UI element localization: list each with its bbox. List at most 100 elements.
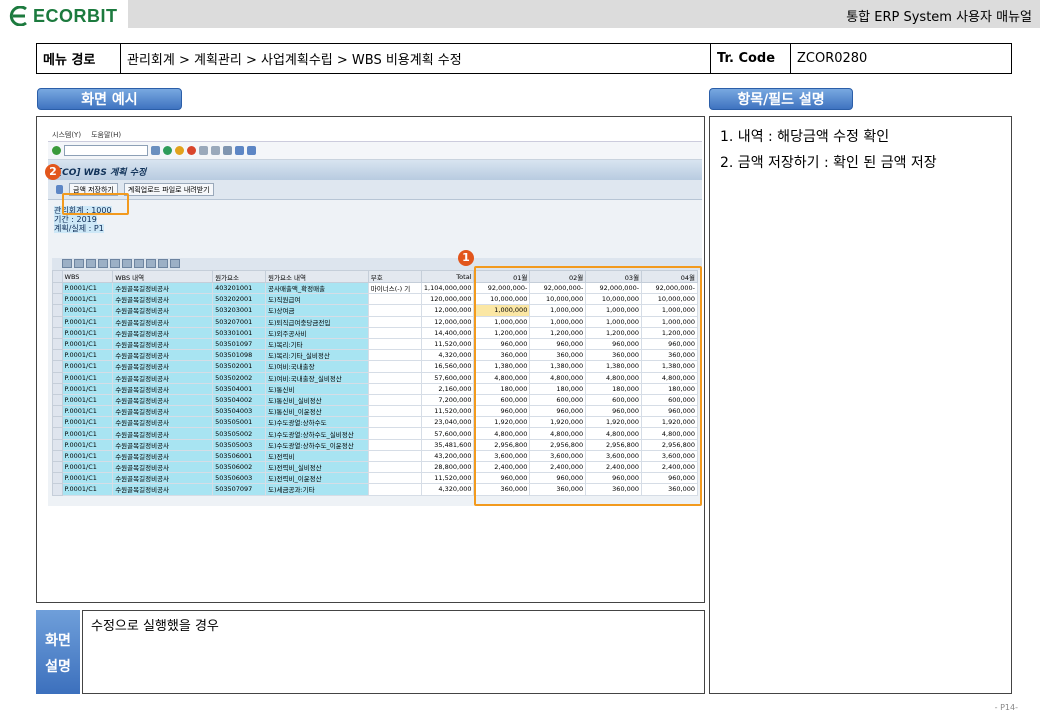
table-cell: 11,520,000 [420, 405, 475, 418]
column-header[interactable]: WBS [61, 270, 114, 283]
sort-asc-icon[interactable] [74, 259, 84, 268]
row-selector[interactable] [52, 405, 63, 418]
row-selector[interactable] [52, 349, 63, 362]
table-cell: 7,200,000 [420, 393, 475, 407]
table-cell: 57,600,000 [420, 427, 475, 440]
menu-item-help[interactable]: 도움말(H) [91, 130, 121, 139]
table-cell: 수원골목길정비공사 [112, 371, 214, 384]
row-selector[interactable] [52, 472, 63, 485]
selection-info: 관리회계 : 1000 기간 : 2019 계획/실제 : P1 [48, 200, 702, 235]
row-selector[interactable] [52, 360, 63, 373]
menu-path-value: 관리회계 > 계획관리 > 사업계획수립 > WBS 비용계획 수정 [121, 44, 711, 73]
table-cell: 503504002 [212, 393, 267, 407]
table-cell [367, 349, 422, 362]
table-cell [367, 416, 422, 429]
table-cell: P.0001/C1 [61, 438, 114, 451]
layout-icon[interactable] [170, 259, 180, 268]
table-cell: 503505001 [212, 416, 267, 429]
sap-transaction-title: [CO] WBS 계획 수정 [48, 160, 702, 180]
row-selector[interactable] [52, 326, 63, 339]
new-session-icon[interactable] [235, 146, 244, 155]
table-cell: 도)세금공과:기타 [265, 483, 369, 496]
find-icon[interactable] [98, 259, 108, 268]
row-selector[interactable] [52, 382, 63, 395]
row-selector[interactable] [52, 315, 63, 328]
tcode-value: ZCOR0280 [797, 51, 868, 66]
subtotal-icon[interactable] [134, 259, 144, 268]
export-icon[interactable] [158, 259, 168, 268]
table-cell: P.0001/C1 [61, 472, 114, 485]
row-selector[interactable] [52, 427, 63, 440]
column-header[interactable]: Total [420, 270, 475, 283]
page-header: ECORBIT 통합 ERP System 사용자 매뉴얼 [0, 0, 1040, 30]
table-cell [367, 371, 422, 384]
cancel-icon[interactable] [187, 146, 196, 155]
sort-desc-icon[interactable] [86, 259, 96, 268]
screen-desc-box: 수정으로 실행했을 경우 [82, 610, 705, 694]
print-icon[interactable] [199, 146, 208, 155]
row-selector[interactable] [52, 304, 63, 317]
help-icon[interactable] [247, 146, 256, 155]
table-cell: 도)통신비 [265, 382, 369, 395]
menu-item-system[interactable]: 시스템(Y) [52, 130, 81, 139]
table-cell: P.0001/C1 [61, 304, 114, 317]
ecorbit-logo: ECORBIT [8, 4, 118, 28]
row-selector[interactable] [52, 416, 63, 429]
table-cell: 120,000,000 [420, 293, 475, 306]
table-cell: 57,600,000 [420, 371, 475, 384]
sum-icon[interactable] [122, 259, 132, 268]
filter-icon[interactable] [110, 259, 120, 268]
column-header[interactable]: 원가요소 [212, 270, 267, 283]
table-cell: 도)여비:국내출장_실비정산 [265, 371, 369, 384]
table-cell: 도)전력비 [265, 449, 369, 463]
table-cell: 수원골목길정비공사 [112, 393, 214, 407]
table-cell: 12,000,000 [420, 304, 475, 317]
table-cell: P.0001/C1 [61, 326, 114, 339]
table-cell: 도)수도광열:상하수도_이윤정산 [265, 438, 369, 451]
menu-path-label: 메뉴 경로 [37, 44, 121, 73]
row-selector[interactable] [52, 449, 63, 463]
highlight-box-save [62, 193, 129, 215]
back-icon[interactable] [163, 146, 172, 155]
row-selector-header[interactable] [52, 270, 63, 283]
row-selector[interactable] [52, 337, 63, 351]
find-icon[interactable] [211, 146, 220, 155]
row-selector[interactable] [52, 483, 63, 496]
table-cell: 수원골목길정비공사 [112, 483, 214, 496]
row-selector[interactable] [52, 460, 63, 474]
row-selector[interactable] [52, 393, 63, 407]
sap-app-toolbar: 금액 저장하기 계획업로드 파일로 내려받기 [48, 180, 702, 200]
table-cell: 28,800,000 [420, 460, 475, 474]
table-cell: P.0001/C1 [61, 483, 114, 496]
row-selector[interactable] [52, 438, 63, 451]
table-cell: 도)수도광열:상하수도_실비정산 [265, 427, 369, 440]
table-cell: 503202001 [212, 293, 267, 306]
table-cell: 수원골목길정비공사 [112, 293, 214, 306]
table-cell: 수원골목길정비공사 [112, 472, 214, 485]
row-selector[interactable] [52, 293, 63, 306]
table-cell: 도)통신비_실비정산 [265, 393, 369, 407]
field-desc-panel [709, 116, 1012, 694]
details-icon[interactable] [62, 259, 72, 268]
enter-icon[interactable] [52, 146, 61, 155]
page-nav-icon[interactable] [223, 146, 232, 155]
column-header[interactable]: 원가요소 내역 [265, 270, 369, 283]
table-cell: 도)수도광열:상하수도 [265, 416, 369, 429]
table-cell: P.0001/C1 [61, 360, 114, 373]
command-field[interactable] [64, 145, 148, 156]
exit-icon[interactable] [175, 146, 184, 155]
print-icon[interactable] [146, 259, 156, 268]
info-period: 기간 : 2019 [54, 215, 97, 224]
info-plan-actual: 계획/실제 : P1 [54, 224, 104, 233]
table-cell: 4,320,000 [420, 349, 475, 362]
column-header[interactable]: 부호 [367, 270, 422, 283]
download-plan-button[interactable]: 계획업로드 파일로 내려받기 [123, 183, 214, 196]
field-desc-item: 1. 내역 : 해당금액 수정 확인 [720, 129, 890, 145]
save-icon[interactable] [151, 146, 160, 155]
column-header[interactable]: WBS 내역 [112, 270, 214, 283]
row-selector[interactable] [52, 281, 63, 295]
row-selector[interactable] [52, 371, 63, 384]
field-desc-heading: 항목/필드 설명 [709, 88, 853, 110]
table-cell: 1,104,000,000 [420, 281, 475, 295]
table-cell [367, 382, 422, 395]
